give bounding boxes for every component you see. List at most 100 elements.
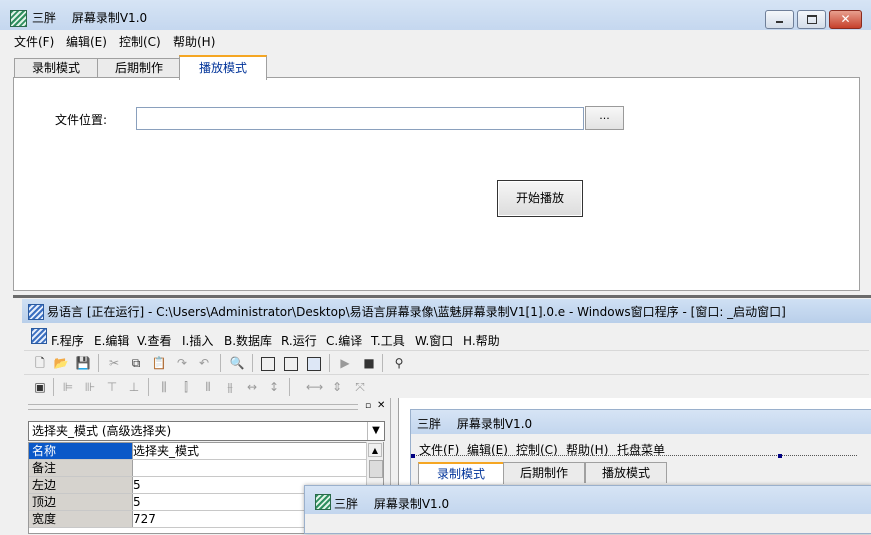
distribute-vertical-icon[interactable]: ⫵ [222, 379, 238, 395]
selection-handle[interactable] [778, 454, 782, 458]
toolbar-separator [329, 354, 330, 372]
same-width-icon[interactable]: ↔ [244, 379, 260, 395]
chevron-down-icon[interactable]: ▼ [367, 422, 384, 440]
toolbar-separator [53, 378, 54, 396]
toolbar-separator [252, 354, 253, 372]
ide-menu-compile[interactable]: C.编译 [326, 332, 362, 349]
ide-menu-program[interactable]: F.程序 [51, 332, 84, 349]
selection-outline [412, 455, 857, 457]
open-folder-icon[interactable]: 📂 [53, 355, 69, 371]
align-top-icon[interactable]: ⊤ [104, 379, 120, 395]
redo-icon[interactable]: ↷ [174, 355, 190, 371]
debug-binoculars-icon[interactable]: ⚲ [391, 355, 407, 371]
minimize-icon [776, 21, 783, 23]
fit-height-icon[interactable]: ⇕ [329, 379, 345, 395]
toolbar-separator [289, 378, 290, 396]
ide-window-title: 易语言 [正在运行] - C:\Users\Administrator\Desk… [47, 305, 786, 319]
menu-file[interactable]: 文件(F) [14, 33, 54, 50]
center-horizontal-icon[interactable]: ⫼ [156, 379, 172, 395]
form-designer-icon[interactable]: ▣ [32, 379, 48, 395]
toolbar-separator [220, 354, 221, 372]
layout-grid-icon[interactable] [307, 357, 321, 371]
ide-menu-help[interactable]: H.帮助 [463, 332, 500, 349]
designer-tab-record[interactable]: 录制模式 [418, 462, 504, 484]
cut-icon[interactable]: ✂ [106, 355, 122, 371]
designer-form-title: 三胖 屏幕录制V1.0 [417, 415, 532, 432]
property-name: 顶边 [29, 494, 133, 510]
property-name: 名称 [29, 443, 133, 459]
copy-icon[interactable]: ⧉ [128, 355, 144, 371]
background-glow [360, 255, 480, 285]
property-value[interactable]: 选择夹_模式 [133, 443, 199, 459]
app-name: 三胖 [32, 11, 57, 25]
browse-button[interactable]: ... [585, 106, 624, 130]
floating-window-title: 三胖 屏幕录制V1.0 [334, 495, 449, 512]
menu-edit[interactable]: 编辑(E) [66, 33, 107, 50]
pane-grip[interactable] [28, 404, 358, 410]
designer-tab-postproduction[interactable]: 后期制作 [503, 462, 585, 483]
tab-record[interactable]: 录制模式 [14, 58, 98, 78]
ide-menu-insert[interactable]: I.插入 [182, 332, 213, 349]
ide-menu-tools[interactable]: T.工具 [371, 332, 405, 349]
designer-app-name: 三胖 [417, 417, 442, 431]
designer-title-label: 屏幕录制V1.0 [456, 417, 533, 431]
component-selector[interactable]: 选择夹_模式 (高级选择夹) ▼ [28, 421, 385, 441]
align-right-icon[interactable]: ⊪ [82, 379, 98, 395]
ide-menu-window[interactable]: W.窗口 [415, 332, 453, 349]
center-vertical-icon[interactable]: ⫿ [178, 379, 194, 395]
ide-menu-run[interactable]: R.运行 [281, 332, 317, 349]
maximize-icon [807, 15, 817, 24]
title-label: 屏幕录制V1.0 [71, 11, 148, 25]
floating-title-label: 屏幕录制V1.0 [373, 497, 450, 511]
window-title: 三胖 屏幕录制V1.0 [32, 9, 147, 26]
align-bottom-icon[interactable]: ⊥ [126, 379, 142, 395]
start-playback-button[interactable]: 开始播放 [497, 180, 583, 217]
scroll-thumb[interactable] [369, 460, 383, 478]
property-row[interactable]: 名称 选择夹_模式 [29, 443, 367, 460]
ide-menu-view[interactable]: V.查看 [137, 332, 171, 349]
fit-size-icon[interactable]: ⤧ [352, 379, 368, 395]
paste-icon[interactable]: 📋 [151, 355, 167, 371]
ide-app-icon [28, 304, 44, 320]
property-name: 左边 [29, 477, 133, 493]
layout-window-icon[interactable] [261, 357, 275, 371]
ide-menu-edit[interactable]: E.编辑 [94, 332, 129, 349]
same-height-icon[interactable]: ↕ [266, 379, 282, 395]
property-value[interactable]: 5 [133, 494, 141, 510]
fit-width-icon[interactable]: ⟷ [306, 379, 323, 395]
tab-postproduction[interactable]: 后期制作 [97, 58, 181, 78]
toolbar-separator [98, 354, 99, 372]
close-button[interactable]: ✕ [829, 10, 862, 29]
ide-toolbar-main: 🗋 📂 💾 ✂ ⧉ 📋 ↷ ↶ 🔍 ▶ ■ ⚲ [24, 350, 869, 375]
minimize-button[interactable] [765, 10, 794, 29]
run-icon[interactable]: ▶ [337, 355, 353, 371]
floating-app-name: 三胖 [334, 497, 359, 511]
ide-menu-logo-icon[interactable] [31, 328, 47, 344]
new-file-icon[interactable]: 🗋 [32, 355, 48, 371]
find-icon[interactable]: 🔍 [229, 355, 245, 371]
toolbar-separator [382, 354, 383, 372]
maximize-button[interactable] [797, 10, 826, 29]
menu-help[interactable]: 帮助(H) [173, 33, 215, 50]
property-name: 备注 [29, 460, 133, 476]
stop-icon[interactable]: ■ [361, 355, 377, 371]
layout-split-icon[interactable] [284, 357, 298, 371]
file-location-input[interactable] [136, 107, 584, 130]
designer-tab-playback[interactable]: 播放模式 [585, 462, 667, 483]
selection-handle[interactable] [411, 454, 415, 458]
property-value[interactable]: 727 [133, 511, 156, 527]
distribute-horizontal-icon[interactable]: ⫴ [200, 379, 216, 395]
align-left-icon[interactable]: ⊫ [60, 379, 76, 395]
pane-restore-icon[interactable]: ▫ [365, 401, 371, 411]
property-value[interactable]: 5 [133, 477, 141, 493]
ide-menu-database[interactable]: B.数据库 [224, 332, 272, 349]
scroll-up-icon[interactable]: ▲ [368, 443, 382, 457]
property-name: 宽度 [29, 511, 133, 527]
property-row[interactable]: 备注 [29, 460, 367, 477]
undo-icon[interactable]: ↶ [196, 355, 212, 371]
tab-playback[interactable]: 播放模式 [179, 55, 267, 80]
menu-control[interactable]: 控制(C) [119, 33, 161, 50]
save-icon[interactable]: 💾 [75, 355, 91, 371]
floating-app-icon [315, 494, 331, 510]
pane-close-icon[interactable]: ✕ [377, 400, 385, 411]
